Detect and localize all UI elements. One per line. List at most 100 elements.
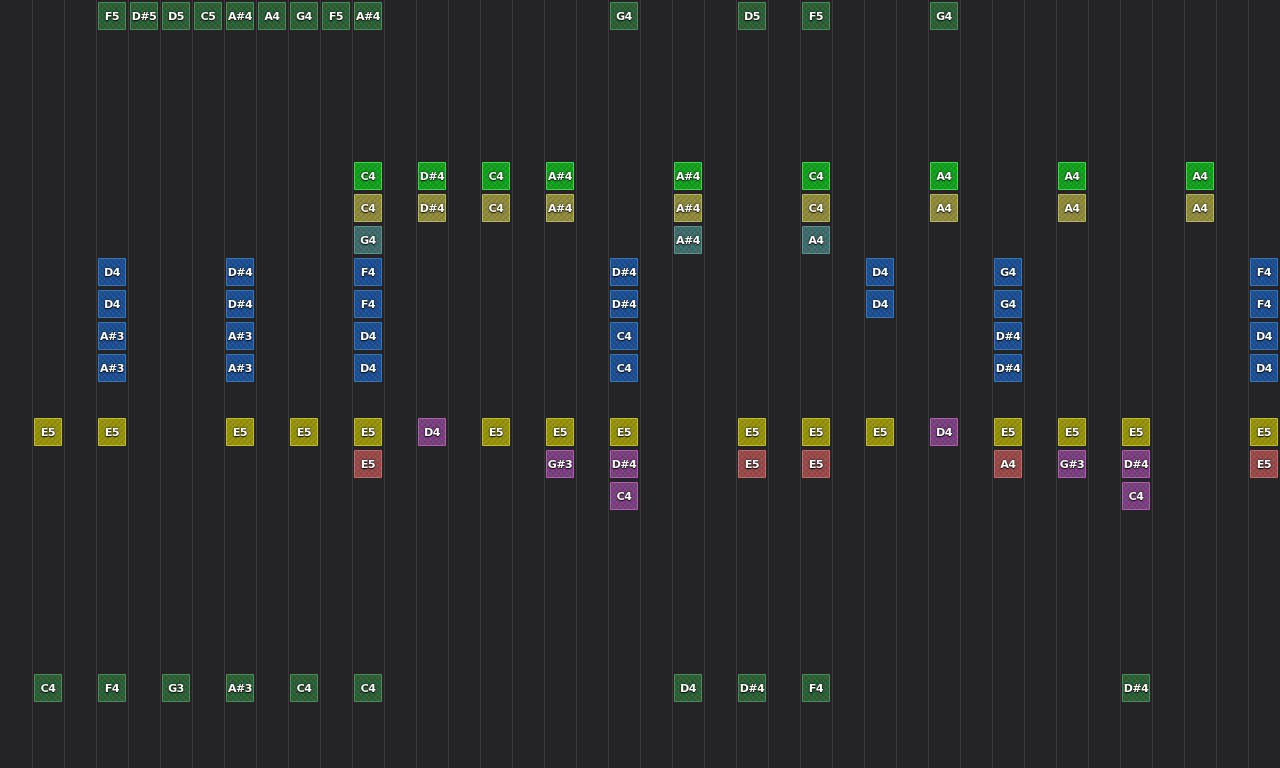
- note-block[interactable]: D4: [866, 258, 894, 286]
- note-block[interactable]: E5: [482, 418, 510, 446]
- note-block[interactable]: C4: [1122, 482, 1150, 510]
- note-block[interactable]: G#3: [546, 450, 574, 478]
- note-block[interactable]: D4: [418, 418, 446, 446]
- note-block[interactable]: D#4: [994, 322, 1022, 350]
- note-block[interactable]: C5: [194, 2, 222, 30]
- note-block[interactable]: D#4: [226, 258, 254, 286]
- note-block[interactable]: D5: [738, 2, 766, 30]
- note-block[interactable]: F4: [354, 258, 382, 286]
- note-block[interactable]: D#5: [130, 2, 158, 30]
- note-block[interactable]: E5: [610, 418, 638, 446]
- note-block[interactable]: D4: [1250, 322, 1278, 350]
- note-grid[interactable]: F5 D#5 D5 C5 A#4 A4 G4 F5 A#4 G4 D5 F5 G4 C4 D#4 C4 A#4 A…: [0, 0, 1280, 768]
- note-block[interactable]: F5: [322, 2, 350, 30]
- note-block[interactable]: A4: [930, 194, 958, 222]
- note-block[interactable]: G4: [290, 2, 318, 30]
- note-block[interactable]: D5: [162, 2, 190, 30]
- note-block[interactable]: E5: [802, 418, 830, 446]
- note-block[interactable]: F4: [1250, 258, 1278, 286]
- note-block[interactable]: G4: [994, 290, 1022, 318]
- note-block[interactable]: D#4: [1122, 450, 1150, 478]
- grid-column-line: [864, 0, 865, 768]
- note-block[interactable]: C4: [482, 194, 510, 222]
- note-block[interactable]: D#4: [226, 290, 254, 318]
- note-block[interactable]: F4: [354, 290, 382, 318]
- note-block[interactable]: G4: [610, 2, 638, 30]
- note-block[interactable]: A4: [802, 226, 830, 254]
- note-block[interactable]: C4: [610, 482, 638, 510]
- note-block[interactable]: D4: [674, 674, 702, 702]
- note-block[interactable]: D#4: [610, 258, 638, 286]
- note-block[interactable]: A4: [258, 2, 286, 30]
- note-block[interactable]: E5: [354, 418, 382, 446]
- note-block[interactable]: A#4: [546, 162, 574, 190]
- note-block[interactable]: A4: [994, 450, 1022, 478]
- note-block[interactable]: A4: [930, 162, 958, 190]
- note-block[interactable]: E5: [802, 450, 830, 478]
- note-block[interactable]: E5: [1058, 418, 1086, 446]
- note-block[interactable]: A4: [1186, 194, 1214, 222]
- note-block[interactable]: A#4: [354, 2, 382, 30]
- note-block[interactable]: E5: [1122, 418, 1150, 446]
- note-block[interactable]: E5: [738, 450, 766, 478]
- note-block[interactable]: A4: [1058, 194, 1086, 222]
- note-block[interactable]: F5: [98, 2, 126, 30]
- note-block[interactable]: D4: [1250, 354, 1278, 382]
- note-block[interactable]: A#4: [674, 162, 702, 190]
- note-block[interactable]: E5: [98, 418, 126, 446]
- note-block[interactable]: D#4: [418, 194, 446, 222]
- note-block[interactable]: A4: [1058, 162, 1086, 190]
- note-block[interactable]: E5: [354, 450, 382, 478]
- note-block[interactable]: D4: [98, 258, 126, 286]
- note-block[interactable]: E5: [738, 418, 766, 446]
- note-block[interactable]: D4: [354, 322, 382, 350]
- note-block[interactable]: F4: [98, 674, 126, 702]
- note-block[interactable]: D#4: [418, 162, 446, 190]
- note-block[interactable]: C4: [290, 674, 318, 702]
- note-block[interactable]: C4: [354, 194, 382, 222]
- note-block[interactable]: G4: [994, 258, 1022, 286]
- note-block[interactable]: C4: [802, 194, 830, 222]
- note-block[interactable]: C4: [610, 322, 638, 350]
- note-block[interactable]: C4: [34, 674, 62, 702]
- note-block[interactable]: A4: [1186, 162, 1214, 190]
- note-block[interactable]: A#4: [674, 226, 702, 254]
- note-block[interactable]: E5: [34, 418, 62, 446]
- note-block[interactable]: C4: [610, 354, 638, 382]
- note-block[interactable]: A#3: [226, 354, 254, 382]
- note-block[interactable]: D4: [354, 354, 382, 382]
- note-block[interactable]: E5: [546, 418, 574, 446]
- note-block[interactable]: E5: [1250, 450, 1278, 478]
- note-block[interactable]: E5: [994, 418, 1022, 446]
- note-block[interactable]: D4: [930, 418, 958, 446]
- note-block[interactable]: G4: [354, 226, 382, 254]
- note-block[interactable]: E5: [290, 418, 318, 446]
- note-block[interactable]: G#3: [1058, 450, 1086, 478]
- note-block[interactable]: A#4: [546, 194, 574, 222]
- note-block[interactable]: A#4: [674, 194, 702, 222]
- note-block[interactable]: A#3: [226, 322, 254, 350]
- note-block[interactable]: G4: [930, 2, 958, 30]
- note-block[interactable]: D#4: [1122, 674, 1150, 702]
- note-block[interactable]: D#4: [994, 354, 1022, 382]
- note-block[interactable]: D4: [98, 290, 126, 318]
- note-block[interactable]: C4: [354, 162, 382, 190]
- note-block[interactable]: D4: [866, 290, 894, 318]
- note-block[interactable]: C4: [354, 674, 382, 702]
- note-block[interactable]: F4: [1250, 290, 1278, 318]
- note-block[interactable]: E5: [226, 418, 254, 446]
- note-block[interactable]: D#4: [610, 290, 638, 318]
- note-block[interactable]: G3: [162, 674, 190, 702]
- note-block[interactable]: F4: [802, 674, 830, 702]
- note-block[interactable]: D#4: [738, 674, 766, 702]
- note-block[interactable]: E5: [866, 418, 894, 446]
- note-block[interactable]: F5: [802, 2, 830, 30]
- note-block[interactable]: C4: [482, 162, 510, 190]
- note-block[interactable]: A#3: [226, 674, 254, 702]
- note-block[interactable]: C4: [802, 162, 830, 190]
- note-block[interactable]: E5: [1250, 418, 1278, 446]
- note-block[interactable]: A#3: [98, 322, 126, 350]
- note-block[interactable]: A#3: [98, 354, 126, 382]
- note-block[interactable]: D#4: [610, 450, 638, 478]
- note-block[interactable]: A#4: [226, 2, 254, 30]
